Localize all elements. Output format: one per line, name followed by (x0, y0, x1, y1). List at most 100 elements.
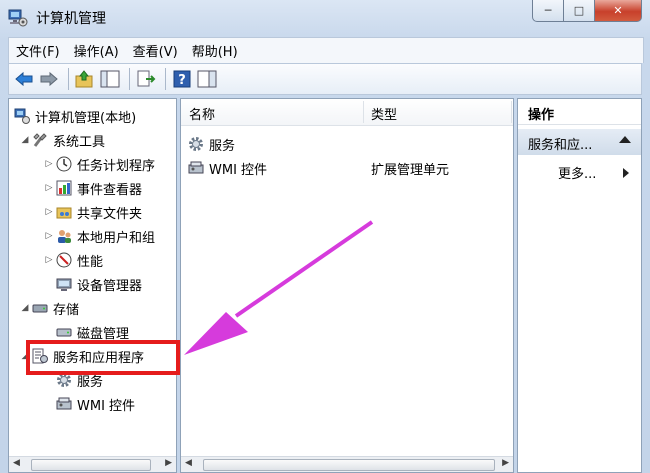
computer-management-window: 计算机管理 ─ □ ✕ 文件(F) 操作(A) 查看(V) 帮助(H) ? 计算… (0, 0, 650, 473)
actions-header: 操作 (518, 99, 641, 125)
device-manager-icon (55, 275, 73, 293)
actions-pane: 操作 服务和应... 更多... (517, 98, 642, 473)
scroll-right-icon[interactable]: ▶ (502, 458, 509, 468)
tree-item-label: 计算机管理(本地) (35, 110, 137, 126)
tree-item-label: WMI 控件 (77, 398, 136, 414)
help-button[interactable]: ? (171, 68, 193, 90)
scroll-left-icon[interactable]: ◀ (13, 458, 20, 468)
scroll-thumb[interactable] (31, 459, 151, 471)
close-button[interactable]: ✕ (595, 0, 642, 22)
red-highlight-box (26, 340, 180, 375)
wmi-icon (55, 395, 73, 413)
toolbar-separator (165, 68, 166, 90)
menu-action[interactable]: 操作(A) (67, 41, 126, 60)
help-icon: ? (173, 70, 191, 88)
submenu-arrow-icon (623, 168, 629, 178)
toolbar-separator (129, 68, 130, 90)
tree-item-wmi[interactable]: WMI 控件 (55, 393, 135, 415)
back-button[interactable] (13, 68, 35, 90)
disk-icon (55, 323, 73, 341)
list-item-name: WMI 控件 (209, 162, 268, 178)
tree-item-system-tools[interactable]: ◢ 系统工具 (19, 129, 105, 151)
tree-item-label: 系统工具 (53, 134, 106, 150)
actions-group-services-apps[interactable]: 服务和应... (518, 129, 641, 155)
menu-bar: 文件(F) 操作(A) 查看(V) 帮助(H) (8, 37, 644, 63)
forward-button[interactable] (38, 68, 60, 90)
shared-folder-icon (55, 203, 73, 221)
event-viewer-icon (55, 179, 73, 197)
wmi-icon (187, 159, 205, 177)
storage-icon (31, 299, 49, 317)
expand-arrow-icon[interactable]: ▷ (43, 207, 55, 217)
export-list-icon (137, 70, 156, 87)
show-action-pane-button[interactable] (196, 68, 218, 90)
title-bar: 计算机管理 ─ □ ✕ (0, 0, 650, 36)
forward-arrow-icon (40, 71, 58, 87)
scroll-right-icon[interactable]: ▶ (165, 458, 172, 468)
minimize-button[interactable]: ─ (532, 0, 564, 22)
back-arrow-icon (15, 71, 33, 87)
menu-file[interactable]: 文件(F) (9, 41, 67, 60)
scroll-thumb[interactable] (203, 459, 495, 471)
tree-item-local-users[interactable]: ▷ 本地用户和组 (43, 225, 155, 247)
collapse-arrow-icon[interactable]: ◢ (19, 135, 31, 145)
tree-item-performance[interactable]: ▷ 性能 (43, 249, 103, 271)
users-icon (55, 227, 73, 245)
folder-up-icon (75, 70, 93, 88)
console-tree-pane: 计算机管理(本地) ◢ 系统工具 ▷ 任务计划程序 ▷ 事件查看器 ▷ 共享文件… (8, 98, 177, 473)
tree-item-label: 事件查看器 (77, 182, 143, 198)
list-item-name: 服务 (209, 138, 236, 154)
column-divider[interactable] (511, 101, 512, 123)
show-hide-tree-button[interactable] (99, 68, 121, 90)
column-header-name[interactable]: 名称 (189, 104, 215, 123)
horizontal-scrollbar[interactable]: ◀ ▶ (181, 456, 513, 472)
toolbar-separator (68, 68, 69, 90)
tree-item-label: 设备管理器 (77, 278, 143, 294)
menu-help[interactable]: 帮助(H) (185, 41, 245, 60)
action-pane-icon (197, 70, 217, 88)
tree-item-shared-folders[interactable]: ▷ 共享文件夹 (43, 201, 142, 223)
tree-item-device-manager[interactable]: 设备管理器 (55, 273, 142, 295)
list-item[interactable]: WMI 控件 扩展管理单元 (187, 157, 507, 179)
computer-management-icon (13, 107, 31, 125)
toolbar: ? (8, 63, 642, 95)
tree-item-root[interactable]: 计算机管理(本地) (13, 105, 136, 127)
computer-management-icon (8, 9, 28, 27)
caption-buttons: ─ □ ✕ (532, 0, 642, 22)
gear-icon (187, 135, 205, 153)
column-divider[interactable] (363, 101, 364, 123)
column-header-type[interactable]: 类型 (371, 104, 397, 123)
collapse-arrow-icon[interactable]: ◢ (19, 303, 31, 313)
tree-item-storage[interactable]: ◢ 存储 (19, 297, 79, 319)
list-item[interactable]: 服务 (187, 133, 507, 155)
export-list-button[interactable] (135, 68, 157, 90)
collapse-caret-icon[interactable] (619, 136, 631, 143)
list-header: 名称 类型 (181, 99, 513, 126)
up-level-button[interactable] (74, 68, 96, 90)
performance-icon (55, 251, 73, 269)
tree-item-label: 本地用户和组 (77, 230, 156, 246)
tree-item-label: 磁盘管理 (77, 326, 130, 342)
tree-item-task-scheduler[interactable]: ▷ 任务计划程序 (43, 153, 155, 175)
expand-arrow-icon[interactable]: ▷ (43, 183, 55, 193)
console-tree-icon (100, 70, 120, 88)
actions-group-label: 服务和应... (528, 138, 593, 153)
tree-item-event-viewer[interactable]: ▷ 事件查看器 (43, 177, 142, 199)
tree-item-label: 性能 (77, 254, 104, 270)
list-item-type: 扩展管理单元 (371, 162, 450, 178)
expand-arrow-icon[interactable]: ▷ (43, 159, 55, 169)
maximize-button[interactable]: □ (564, 0, 595, 22)
scroll-left-icon[interactable]: ◀ (185, 458, 192, 468)
clock-icon (55, 155, 73, 173)
results-pane: 名称 类型 服务 WMI 控件 扩展管理单元 ◀ ▶ (180, 98, 514, 473)
menu-view[interactable]: 查看(V) (126, 41, 185, 60)
more-actions-item[interactable]: 更多... (558, 163, 596, 182)
tree-item-label: 共享文件夹 (77, 206, 143, 222)
expand-arrow-icon[interactable]: ▷ (43, 231, 55, 241)
tree-item-label: 任务计划程序 (77, 158, 156, 174)
expand-arrow-icon[interactable]: ▷ (43, 255, 55, 265)
svg-text:?: ? (178, 73, 186, 88)
window-title: 计算机管理 (36, 11, 106, 27)
horizontal-scrollbar[interactable]: ◀ ▶ (9, 456, 176, 472)
tools-icon (31, 131, 49, 149)
